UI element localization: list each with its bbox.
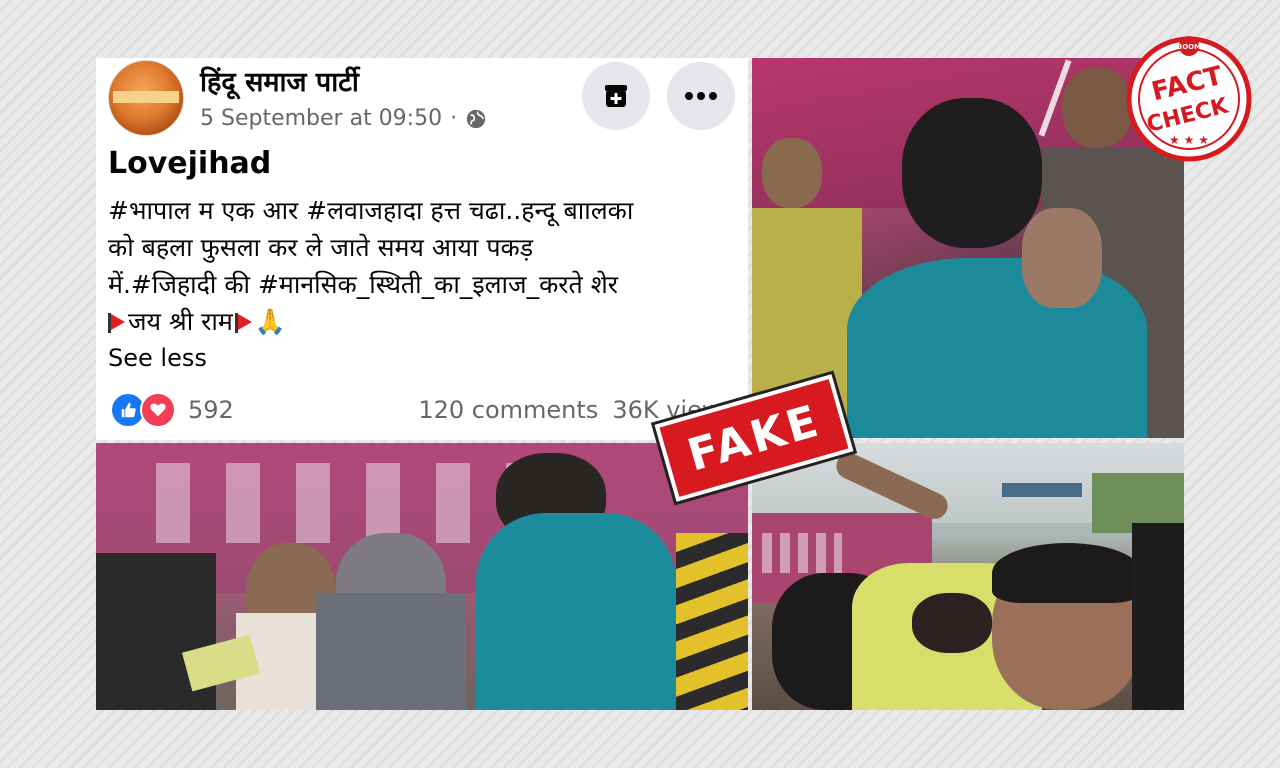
page-name[interactable]: हिंदू समाज पार्टी <box>200 62 359 99</box>
more-options-icon <box>685 92 717 100</box>
post-title: Lovejihad <box>108 146 272 181</box>
post-meta: 5 September at 09:50 · <box>200 106 487 131</box>
reactions-summary[interactable]: 592 <box>110 392 234 428</box>
pray-emoji: 🙏 <box>254 307 286 336</box>
scuffle-photo-bottom-right <box>752 443 1184 710</box>
post-body-line-1[interactable]: #भापाल म एक आर #लवाजहादा हत्त चढा..हन्दू… <box>108 192 738 229</box>
fact-check-seal: BOOM FACT CHECK ★ ★ ★ <box>1126 36 1252 162</box>
jai-shri-ram-text: जय श्री राम <box>128 307 233 336</box>
more-options-button[interactable] <box>667 62 735 130</box>
post-timestamp[interactable]: 5 September at 09:50 <box>200 106 442 131</box>
page-avatar[interactable] <box>108 60 184 136</box>
reaction-count: 592 <box>188 396 234 424</box>
meta-separator: · <box>450 106 458 131</box>
avatar-banner <box>113 91 179 103</box>
see-less-link[interactable]: See less <box>108 344 207 372</box>
saffron-flag-icon <box>234 313 252 333</box>
save-button[interactable] <box>582 62 650 130</box>
post-body-line-4: जय श्री राम 🙏 <box>108 303 738 340</box>
seal-stars: ★ ★ ★ <box>1169 133 1209 147</box>
save-icon <box>605 85 627 107</box>
post-body: #भापाल म एक आर #लवाजहादा हत्त चढा..हन्दू… <box>108 192 738 340</box>
post-body-line-3[interactable]: में.#जिहादी की #मानसिक_स्थिती_का_इलाज_कर… <box>108 266 738 303</box>
globe-icon <box>466 109 486 128</box>
post-body-line-2: को बहला फुसला कर ले जाते समय आया पकड़ <box>108 233 534 262</box>
seal-brand: BOOM <box>1177 43 1201 51</box>
love-icon <box>140 392 176 428</box>
saffron-flag-icon <box>108 313 125 333</box>
scuffle-photo-bottom-left <box>96 443 748 710</box>
facebook-post: हिंदू समाज पार्टी 5 September at 09:50 ·… <box>96 58 748 440</box>
comments-count[interactable]: 120 comments <box>418 396 598 424</box>
